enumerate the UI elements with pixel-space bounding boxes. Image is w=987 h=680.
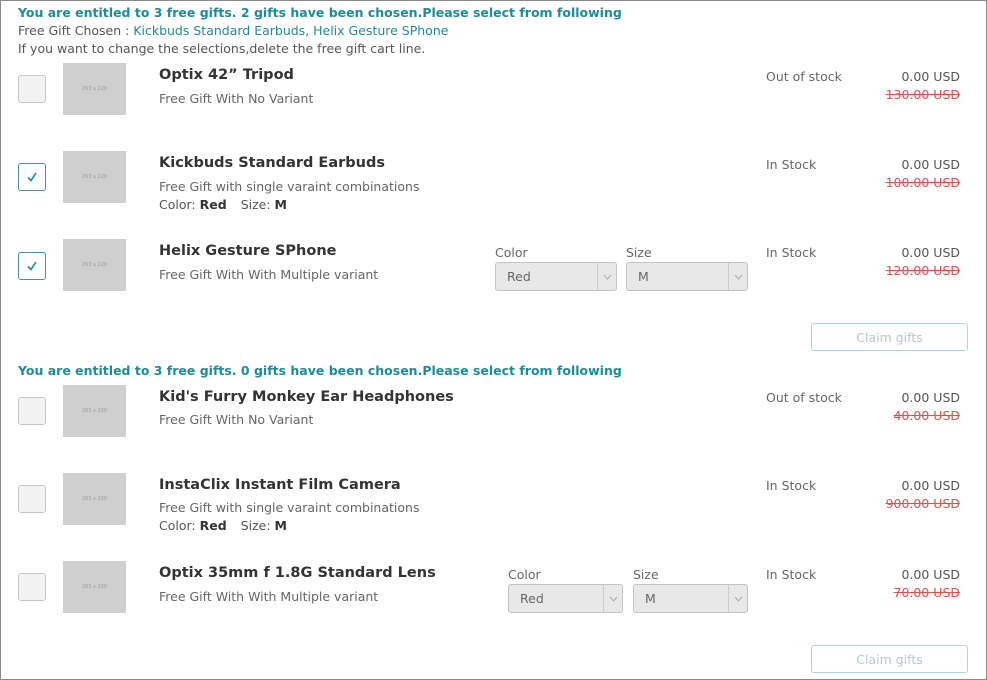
- stock-status: Out of stock: [766, 69, 842, 84]
- stock-status: In Stock: [766, 157, 817, 172]
- size-select[interactable]: M: [626, 262, 748, 291]
- stock-status: In Stock: [766, 245, 817, 260]
- product-name: Optix 35mm f 1.8G Standard Lens: [159, 565, 436, 581]
- old-price: 40.00 USD: [893, 408, 960, 423]
- product-thumbnail: 263 x 220: [63, 63, 126, 115]
- gift-checkbox-optix-tripod[interactable]: [18, 75, 46, 103]
- product-name: Kid's Furry Monkey Ear Headphones: [159, 389, 454, 405]
- product-thumbnail: 263 x 220: [63, 561, 126, 613]
- price: 0.00 USD: [901, 69, 960, 84]
- product-desc: Free Gift with single varaint combinatio…: [159, 179, 420, 194]
- old-price: 130.00 USD: [885, 87, 960, 102]
- chevron-down-icon: [734, 274, 742, 280]
- gift-checkbox-monkey-headphones[interactable]: [18, 397, 46, 425]
- variant-attributes: Color: Red Size: M: [159, 197, 287, 212]
- section-2-title: You are entitled to 3 free gifts. 0 gift…: [18, 363, 622, 378]
- product-name: Kickbuds Standard Earbuds: [159, 155, 385, 171]
- size-select[interactable]: M: [633, 584, 748, 613]
- old-price: 100.00 USD: [885, 175, 960, 190]
- product-desc: Free Gift With No Variant: [159, 412, 314, 427]
- gift-checkbox-kickbuds[interactable]: [18, 163, 46, 191]
- product-name: InstaClix Instant Film Camera: [159, 477, 401, 493]
- chevron-down-icon: [603, 274, 611, 280]
- price: 0.00 USD: [901, 478, 960, 493]
- old-price: 900.00 USD: [885, 496, 960, 511]
- old-price: 70.00 USD: [893, 585, 960, 600]
- gift-checkbox-instaclix[interactable]: [18, 485, 46, 513]
- product-desc: Free Gift With With Multiple variant: [159, 267, 379, 282]
- chevron-down-icon: [734, 596, 742, 602]
- old-price: 120.00 USD: [885, 263, 960, 278]
- price: 0.00 USD: [901, 390, 960, 405]
- stock-status: Out of stock: [766, 390, 842, 405]
- stock-status: In Stock: [766, 567, 817, 582]
- section-1-title: You are entitled to 3 free gifts. 2 gift…: [18, 5, 622, 20]
- stock-status: In Stock: [766, 478, 817, 493]
- checkmark-icon: [27, 172, 37, 182]
- variant-attributes: Color: Red Size: M: [159, 518, 287, 533]
- price: 0.00 USD: [901, 567, 960, 582]
- product-name: Optix 42” Tripod: [159, 67, 294, 83]
- product-thumbnail: 263 x 220: [63, 473, 126, 525]
- price: 0.00 USD: [901, 245, 960, 260]
- claim-gifts-button[interactable]: Claim gifts: [811, 645, 968, 673]
- color-select[interactable]: Red: [508, 584, 623, 613]
- change-selection-note: If you want to change the selections,del…: [18, 41, 426, 56]
- product-thumbnail: 263 x 220: [63, 239, 126, 291]
- free-gift-chosen-line: Free Gift Chosen : Kickbuds Standard Ear…: [18, 22, 448, 40]
- gift-checkbox-helix[interactable]: [18, 252, 46, 280]
- product-name: Helix Gesture SPhone: [159, 243, 337, 259]
- size-field-label: Size: [626, 245, 652, 260]
- chevron-down-icon: [609, 596, 617, 602]
- product-thumbnail: 263 x 220: [63, 385, 126, 437]
- checkmark-icon: [27, 261, 37, 271]
- product-desc: Free Gift With With Multiple variant: [159, 589, 379, 604]
- product-desc: Free Gift with single varaint combinatio…: [159, 500, 420, 515]
- color-field-label: Color: [495, 245, 528, 260]
- free-gift-chosen-links[interactable]: Kickbuds Standard Earbuds, Helix Gesture…: [133, 23, 448, 38]
- product-desc: Free Gift With No Variant: [159, 91, 314, 106]
- claim-gifts-button[interactable]: Claim gifts: [811, 323, 968, 351]
- price: 0.00 USD: [901, 157, 960, 172]
- free-gifts-panel: You are entitled to 3 free gifts. 2 gift…: [0, 0, 987, 680]
- gift-checkbox-optix-lens[interactable]: [18, 573, 46, 601]
- product-thumbnail: 263 x 220: [63, 151, 126, 203]
- color-select[interactable]: Red: [495, 262, 617, 291]
- color-field-label: Color: [508, 567, 541, 582]
- size-field-label: Size: [633, 567, 659, 582]
- free-gift-chosen-label: Free Gift Chosen :: [18, 23, 134, 38]
